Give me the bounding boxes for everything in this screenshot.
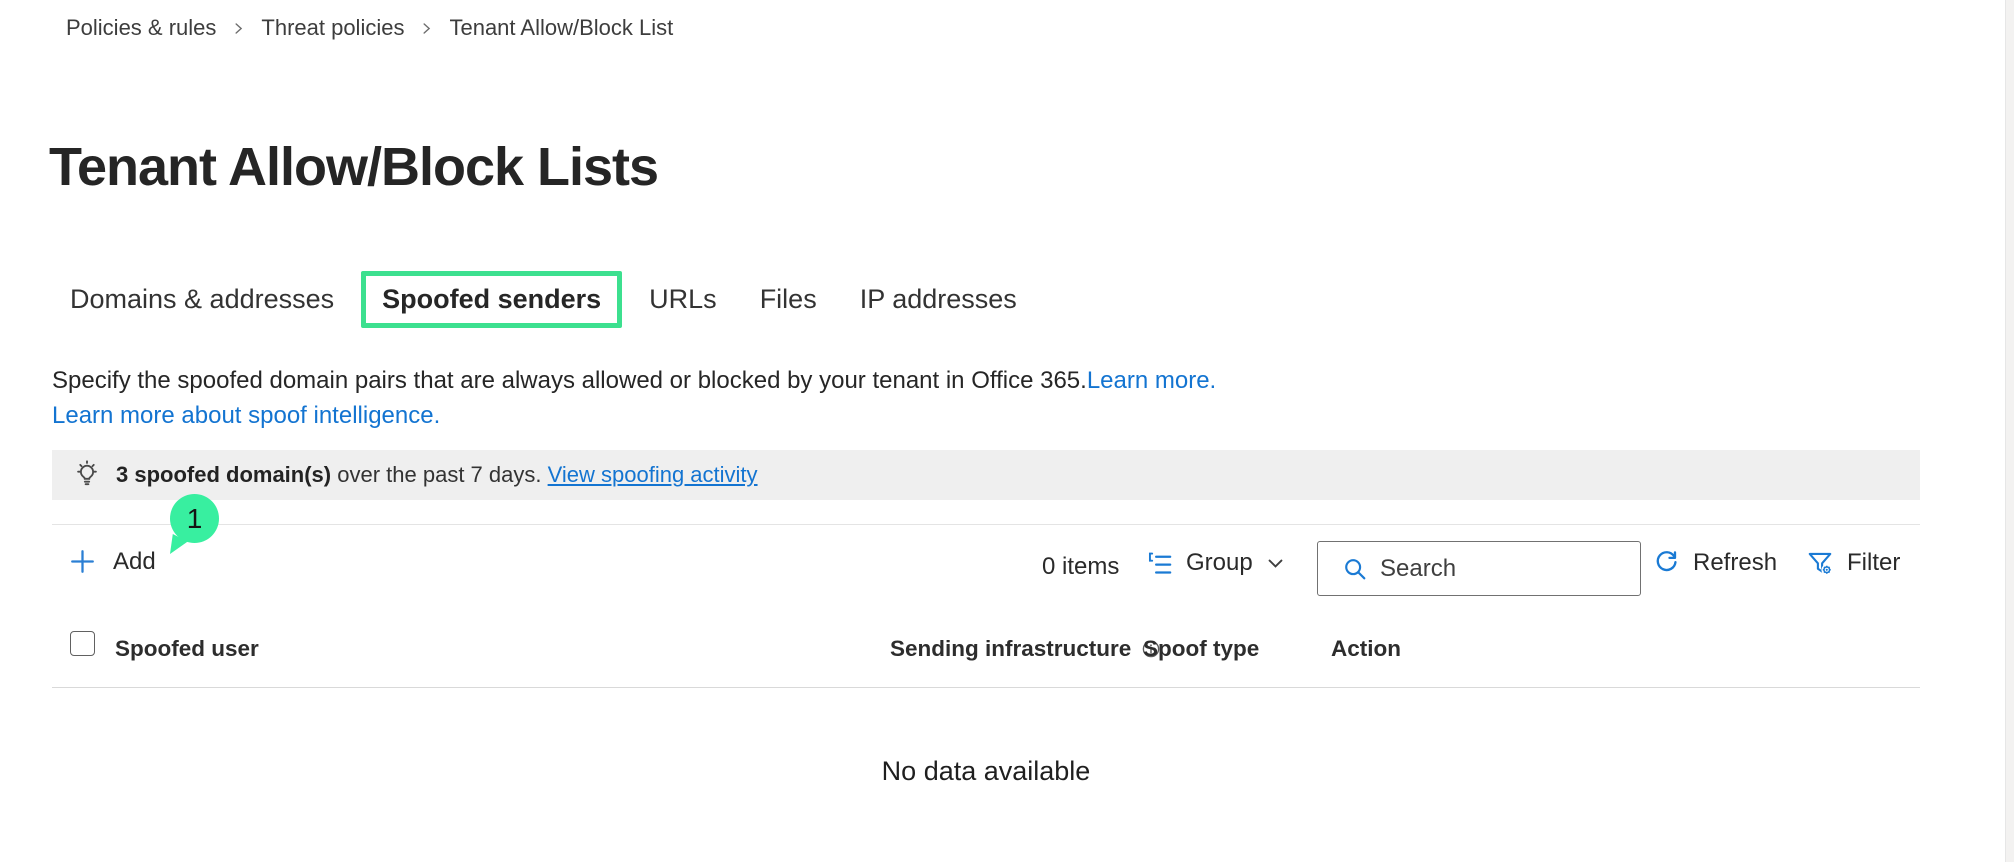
filter-button[interactable]: Filter (1806, 549, 1900, 577)
add-button-label: Add (113, 548, 156, 576)
banner-text: over the past 7 days. (337, 462, 541, 487)
banner-count-text: 3 spoofed domain(s) (116, 462, 331, 487)
step-badge-number: 1 (187, 503, 203, 535)
filter-icon (1806, 549, 1834, 577)
group-button-label: Group (1186, 549, 1253, 577)
description-text: Specify the spoofed domain pairs that ar… (52, 367, 1087, 394)
search-box[interactable] (1317, 541, 1641, 596)
column-header-spoofed-user[interactable]: Spoofed user (115, 636, 259, 662)
filter-button-label: Filter (1847, 549, 1900, 577)
column-header-spoof-type[interactable]: Spoof type (1143, 636, 1259, 662)
chevron-right-icon (231, 21, 246, 36)
spoof-intelligence-link[interactable]: Learn more about spoof intelligence. (52, 402, 440, 429)
breadcrumb-threat-policies[interactable]: Threat policies (261, 15, 404, 41)
breadcrumb-policies-rules[interactable]: Policies & rules (66, 15, 216, 41)
page-description: Specify the spoofed domain pairs that ar… (52, 363, 1216, 433)
select-all-checkbox[interactable] (70, 631, 95, 656)
add-button[interactable]: Add (68, 547, 156, 576)
chevron-down-icon (1266, 554, 1285, 573)
page-title: Tenant Allow/Block Lists (49, 136, 658, 198)
table-header-divider (52, 687, 1920, 688)
breadcrumb-current-page: Tenant Allow/Block List (449, 15, 673, 41)
learn-more-link[interactable]: Learn more. (1087, 367, 1216, 394)
chevron-right-icon (419, 21, 434, 36)
items-count: 0 items (1042, 553, 1119, 581)
view-spoofing-activity-link[interactable]: View spoofing activity (548, 462, 758, 487)
search-icon (1342, 556, 1368, 582)
annotation-step-badge: 1 (170, 494, 219, 543)
search-input[interactable] (1380, 555, 1590, 583)
tab-list: Domains & addresses Spoofed senders URLs… (70, 266, 1017, 332)
column-header-action[interactable]: Action (1331, 636, 1401, 662)
refresh-icon (1652, 549, 1680, 577)
toolbar-divider (52, 524, 1920, 525)
refresh-button-label: Refresh (1693, 549, 1777, 577)
tab-files[interactable]: Files (760, 284, 817, 315)
empty-state-message: No data available (52, 756, 1920, 787)
group-list-icon (1146, 550, 1173, 577)
refresh-button[interactable]: Refresh (1652, 549, 1777, 577)
column-header-sending-infrastructure[interactable]: Sending infrastructure (890, 636, 1162, 662)
breadcrumb: Policies & rules Threat policies Tenant … (66, 15, 673, 41)
group-button[interactable]: Group (1146, 549, 1285, 577)
tab-urls[interactable]: URLs (649, 284, 717, 315)
lightbulb-icon (72, 460, 102, 490)
plus-icon (68, 547, 97, 576)
tab-spoofed-senders[interactable]: Spoofed senders (361, 271, 622, 328)
tab-domains-addresses[interactable]: Domains & addresses (70, 284, 334, 315)
vertical-scrollbar[interactable] (2005, 0, 2014, 862)
tab-ip-addresses[interactable]: IP addresses (860, 284, 1017, 315)
spoof-activity-banner: 3 spoofed domain(s) over the past 7 days… (52, 450, 1920, 500)
